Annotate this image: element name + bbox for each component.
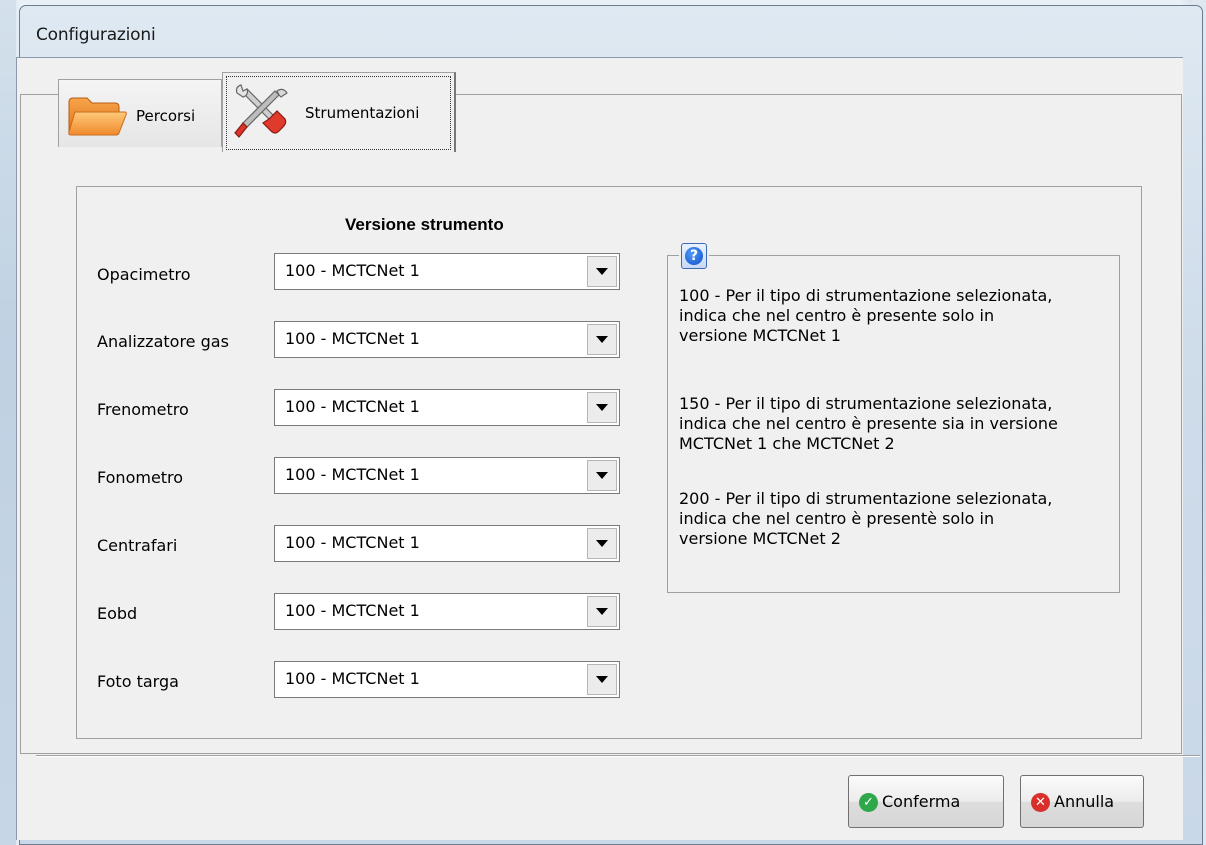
combo-value: 100 - MCTCNet 1 — [285, 533, 420, 552]
confirm-button[interactable]: ✓ Conferma — [848, 775, 1004, 828]
tab-strumentazioni-label: Strumentazioni — [305, 104, 420, 122]
combo-eobd[interactable]: 100 - MCTCNet 1 — [274, 593, 620, 630]
title-bar[interactable]: Configurazioni — [20, 6, 1202, 62]
combo-opacimetro[interactable]: 100 - MCTCNet 1 — [274, 253, 620, 290]
help-icon: ? — [679, 241, 709, 271]
tab-strumentazioni[interactable]: Strumentazioni — [222, 72, 456, 152]
cancel-button[interactable]: ✕ Annulla — [1020, 775, 1144, 828]
combo-frenometro[interactable]: 100 - MCTCNet 1 — [274, 389, 620, 426]
tab-percorsi-label: Percorsi — [136, 107, 196, 125]
folder-icon — [65, 94, 129, 138]
combo-value: 100 - MCTCNet 1 — [285, 465, 420, 484]
chevron-down-icon[interactable] — [587, 256, 617, 287]
combo-foto-targa[interactable]: 100 - MCTCNet 1 — [274, 661, 620, 698]
window-title: Configurazioni — [36, 25, 156, 45]
combo-value: 100 - MCTCNet 1 — [285, 329, 420, 348]
combo-centrafari[interactable]: 100 - MCTCNet 1 — [274, 525, 620, 562]
desktop-left-edge — [0, 0, 16, 845]
combo-value: 100 - MCTCNet 1 — [285, 261, 420, 280]
combo-value: 100 - MCTCNet 1 — [285, 601, 420, 620]
help-text-100: 100 - Per il tipo di strumentazione sele… — [679, 286, 1053, 345]
label-analizzatore-gas: Analizzatore gas — [97, 332, 229, 351]
help-text-200: 200 - Per il tipo di strumentazione sele… — [679, 489, 1053, 548]
confirm-button-label: Conferma — [882, 792, 961, 811]
label-centrafari: Centrafari — [97, 536, 178, 555]
tools-icon — [231, 83, 289, 141]
cancel-button-label: Annulla — [1054, 792, 1115, 811]
chevron-down-icon[interactable] — [587, 664, 617, 695]
label-fonometro: Fonometro — [97, 468, 184, 487]
chevron-down-icon[interactable] — [587, 528, 617, 559]
tab-percorsi[interactable]: Percorsi — [58, 79, 222, 147]
combo-fonometro[interactable]: 100 - MCTCNet 1 — [274, 457, 620, 494]
combo-value: 100 - MCTCNet 1 — [285, 669, 420, 688]
chevron-down-icon[interactable] — [587, 392, 617, 423]
chevron-down-icon[interactable] — [587, 324, 617, 355]
section-heading: Versione strumento — [345, 215, 504, 234]
chevron-down-icon[interactable] — [587, 460, 617, 491]
help-text-150: 150 - Per il tipo di strumentazione sele… — [679, 394, 1058, 453]
label-frenometro: Frenometro — [97, 400, 189, 419]
label-eobd: Eobd — [97, 604, 138, 623]
button-separator — [36, 755, 1200, 757]
label-opacimetro: Opacimetro — [97, 265, 191, 284]
close-icon: ✕ — [1031, 793, 1050, 812]
combo-analizzatore-gas[interactable]: 100 - MCTCNet 1 — [274, 321, 620, 358]
check-icon: ✓ — [859, 793, 878, 812]
label-foto-targa: Foto targa — [97, 672, 179, 691]
combo-value: 100 - MCTCNet 1 — [285, 397, 420, 416]
chevron-down-icon[interactable] — [587, 596, 617, 627]
